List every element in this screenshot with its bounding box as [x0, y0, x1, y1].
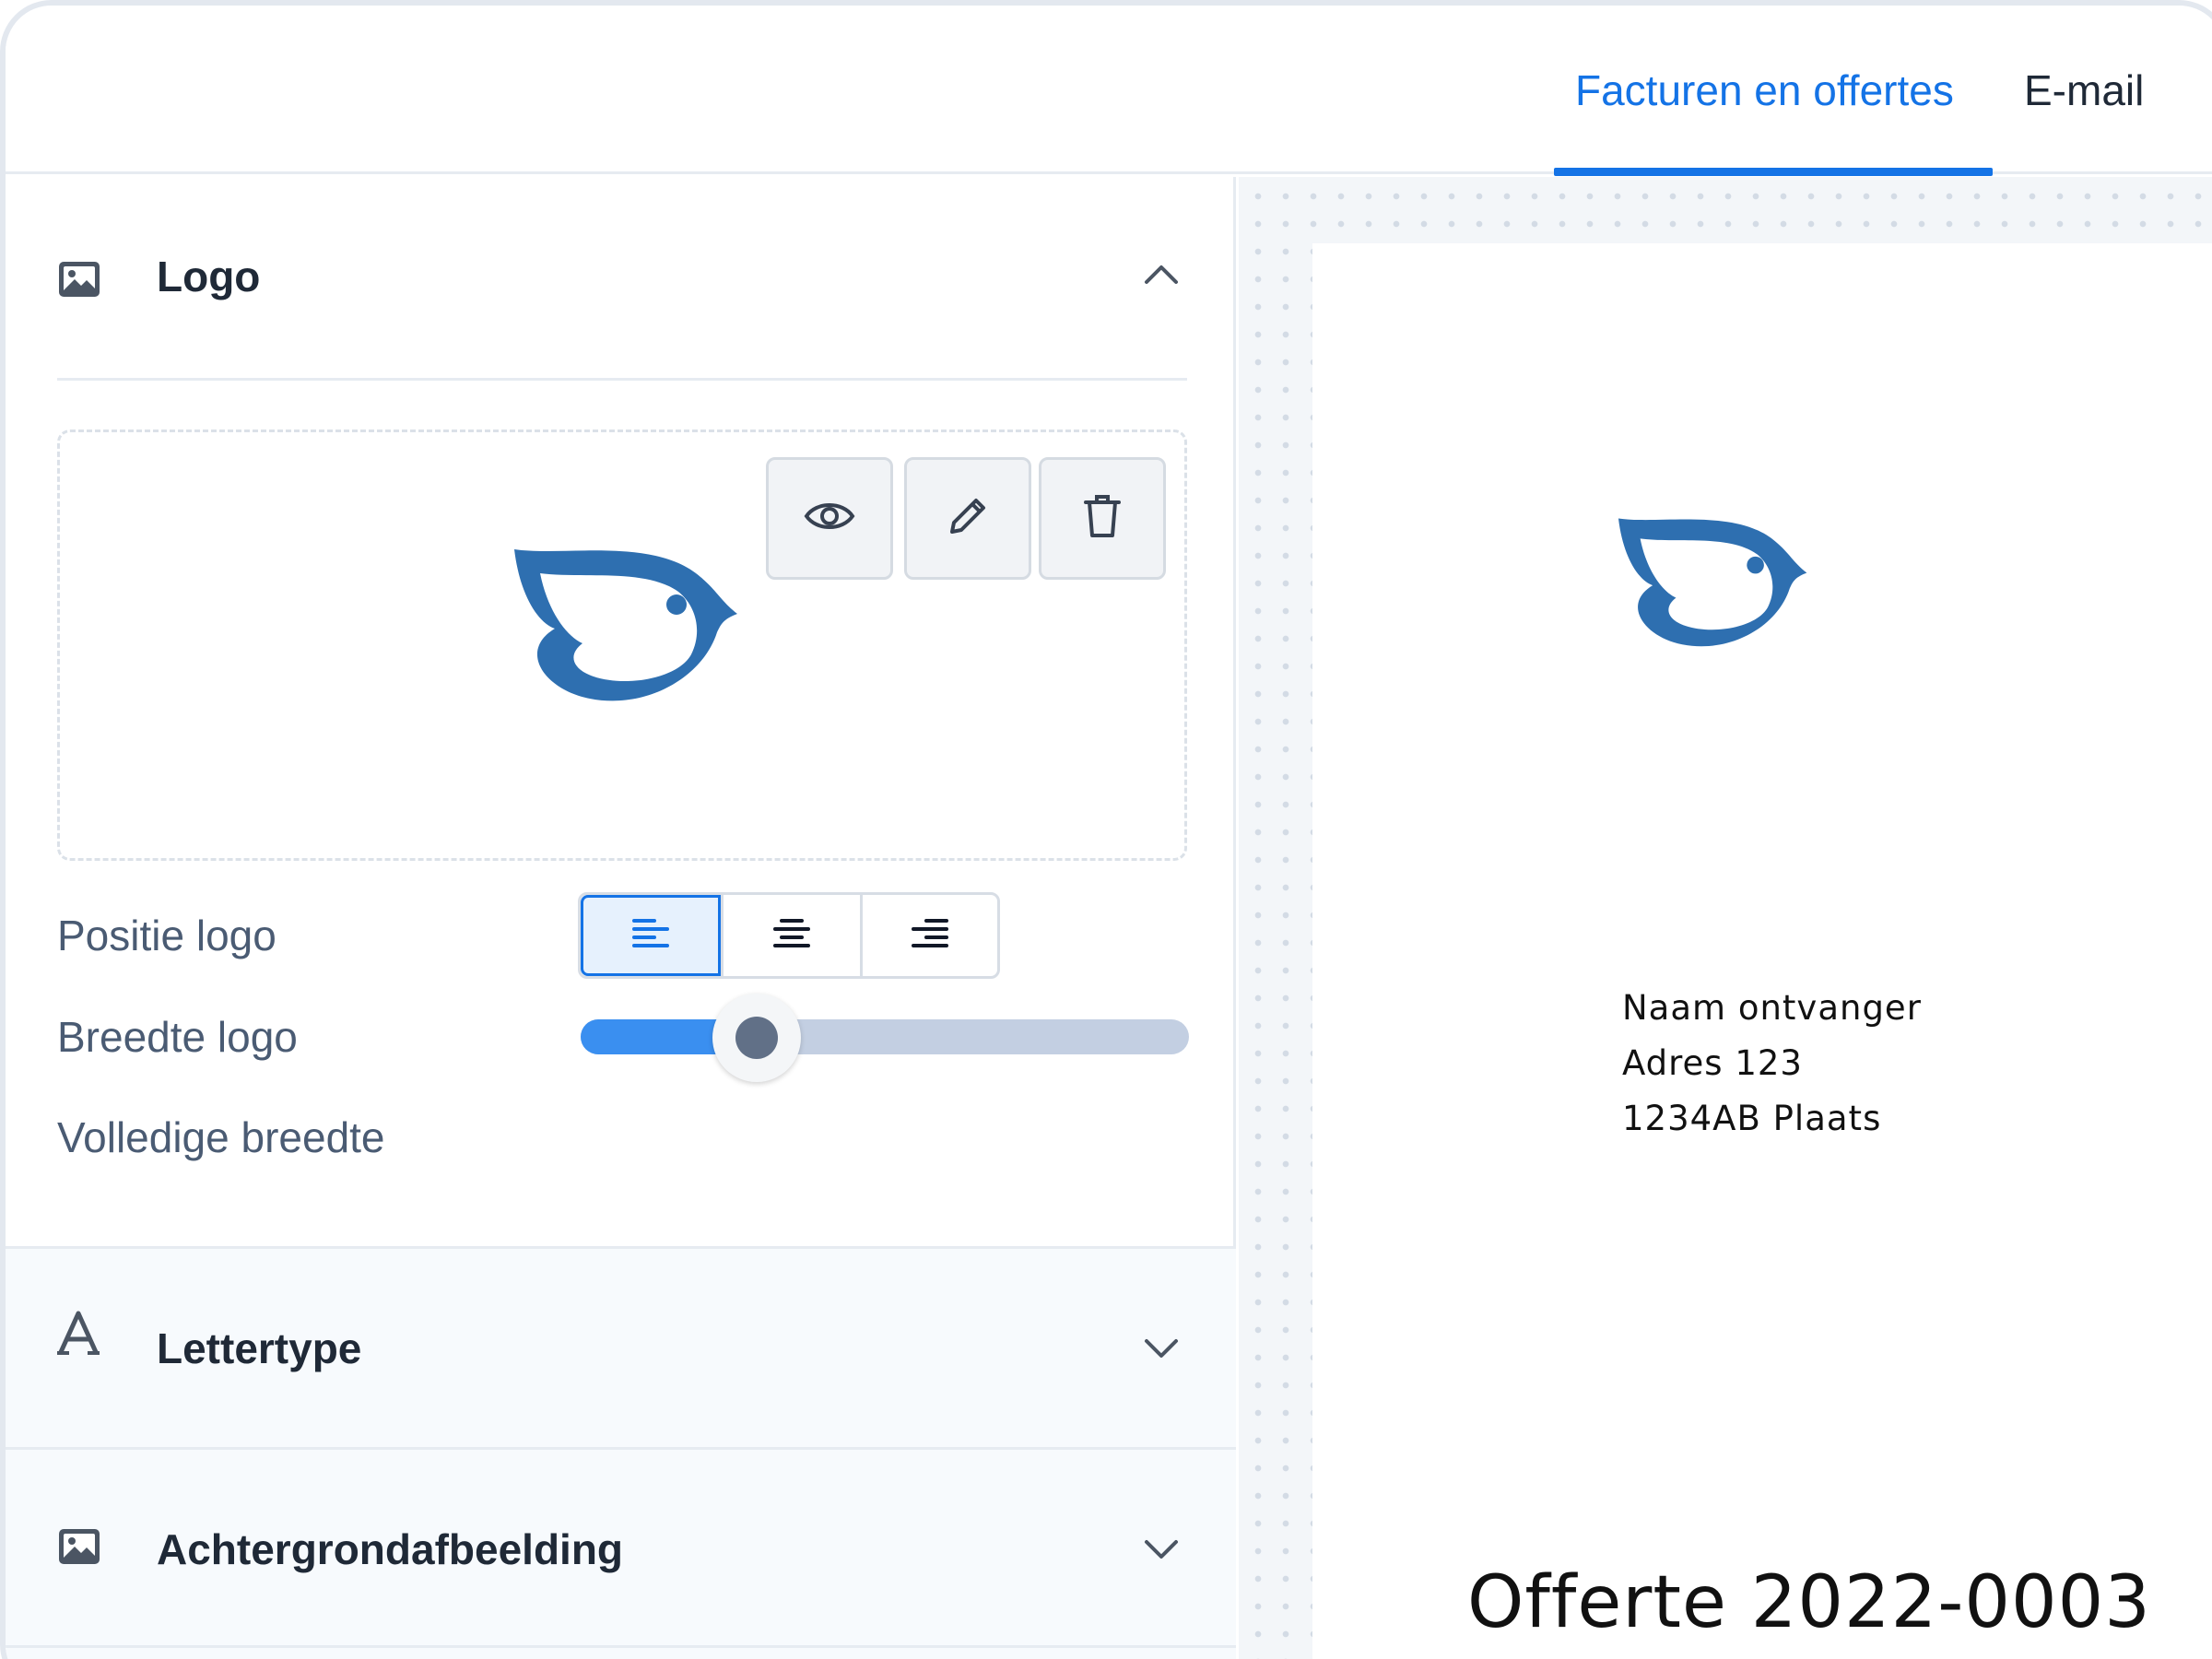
recipient-street: Adres 123 [1622, 1043, 1803, 1083]
recipient-city: 1234AB Plaats [1622, 1099, 1882, 1138]
align-right-icon [910, 917, 950, 955]
image-icon [57, 1527, 101, 1571]
chevron-down-icon[interactable] [1143, 1337, 1180, 1366]
slider-handle[interactable] [712, 994, 802, 1082]
document-title: Offerte 2022-0003 [1467, 1561, 2151, 1644]
section-title: Lettertype [157, 1324, 362, 1372]
tab-email[interactable]: E-mail [2024, 65, 2144, 116]
logo-width-slider[interactable] [581, 1019, 1189, 1054]
document-preview: Naam ontvanger Adres 123 1234AB Plaats O… [1239, 177, 2212, 1659]
chevron-down-icon[interactable] [1143, 1538, 1180, 1567]
section-title: Achtergrondafbeelding [157, 1525, 624, 1573]
recipient-address: Naam ontvanger Adres 123 1234AB Plaats [1622, 981, 1922, 1147]
trash-icon [1082, 493, 1123, 544]
slider-handle-dot [735, 1017, 779, 1059]
divider [57, 378, 1187, 381]
logo-upload-area[interactable] [57, 429, 1187, 861]
edit-logo-button[interactable] [904, 457, 1031, 580]
tab-invoices-quotes[interactable]: Facturen en offertes [1575, 65, 1954, 116]
preview-page: Naam ontvanger Adres 123 1234AB Plaats O… [1312, 243, 2212, 1659]
chevron-up-icon[interactable] [1143, 262, 1180, 290]
section-font-header[interactable]: Lettertype [6, 1246, 1236, 1447]
align-center-button[interactable] [721, 895, 860, 976]
bird-logo-image [507, 540, 747, 711]
logo-position-label: Positie logo [57, 912, 276, 959]
image-icon [57, 260, 101, 303]
preview-logo-button[interactable] [766, 457, 893, 580]
eye-icon [804, 498, 855, 539]
active-tab-indicator [1554, 168, 1993, 176]
section-logo-header[interactable]: Logo [6, 177, 1236, 380]
recipient-name: Naam ontvanger [1622, 988, 1922, 1028]
panel-footer [6, 1648, 1236, 1659]
settings-panel: Logo Positie logo Breedte logo Volledige… [6, 177, 1236, 1659]
delete-logo-button[interactable] [1039, 457, 1166, 580]
tab-bar: Facturen en offertes E-mail [6, 6, 2212, 176]
align-left-icon [630, 917, 671, 955]
bird-logo-image [1612, 511, 1815, 655]
align-center-icon [771, 917, 812, 955]
align-right-button[interactable] [860, 895, 997, 976]
logo-width-label: Breedte logo [57, 1013, 298, 1061]
pencil-icon [945, 493, 991, 544]
align-left-button[interactable] [581, 895, 721, 976]
logo-position-control [578, 892, 1000, 979]
full-width-label: Volledige breedte [57, 1113, 385, 1161]
settings-window: Facturen en offertes E-mail Logo Positie… [0, 0, 2212, 1659]
section-title: Logo [157, 253, 261, 300]
section-background-header[interactable]: Achtergrondafbeelding [6, 1447, 1236, 1648]
font-icon [57, 1310, 100, 1362]
